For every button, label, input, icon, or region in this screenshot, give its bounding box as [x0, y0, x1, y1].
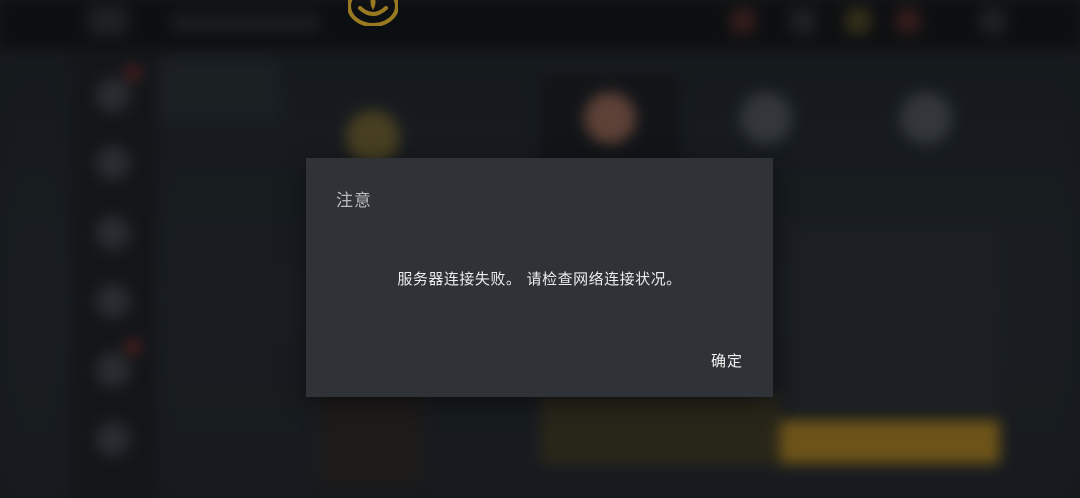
dialog-title: 注意 — [336, 191, 372, 211]
dialog-message: 服务器连接失败。 请检查网络连接状况。 — [397, 270, 682, 288]
confirm-button[interactable]: 确定 — [705, 348, 749, 373]
app-screen: 注意 服务器连接失败。 请检查网络连接状况。 确定 — [0, 0, 1080, 498]
alert-dialog: 注意 服务器连接失败。 请检查网络连接状况。 确定 — [306, 158, 773, 397]
